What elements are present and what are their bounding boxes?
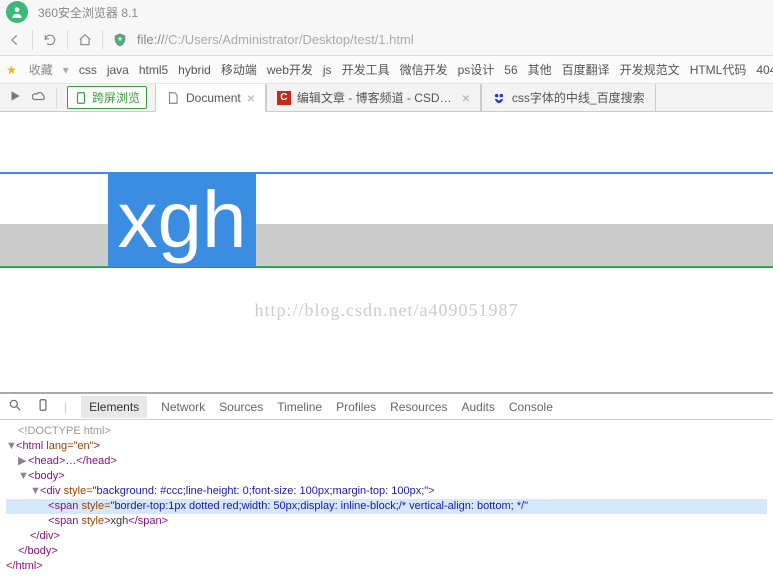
bookmark-item[interactable]: 56	[504, 63, 517, 77]
dom-doctype[interactable]: <!DOCTYPE html>	[6, 424, 767, 439]
bookmark-item[interactable]: web开发	[267, 61, 313, 78]
rendered-span-xgh: xgh	[108, 172, 256, 267]
baidu-icon	[492, 91, 506, 105]
avatar[interactable]	[6, 1, 28, 23]
dom-head[interactable]: ▶<head>…</head>	[6, 454, 767, 469]
tab-label: css字体的中线_百度搜索	[512, 89, 645, 106]
devtools-tab-profiles[interactable]: Profiles	[336, 400, 376, 414]
bookmark-item[interactable]: hybrid	[178, 63, 211, 77]
dom-body-open[interactable]: ▼<body>	[6, 469, 767, 484]
search-icon[interactable]	[8, 398, 22, 415]
devtools-tab-sources[interactable]: Sources	[219, 400, 263, 414]
bookmarks-label[interactable]: 收藏	[29, 61, 53, 78]
tab-label: Document	[186, 91, 241, 105]
bookmark-item[interactable]: js	[323, 63, 332, 77]
cross-screen-label: 跨屏浏览	[92, 89, 140, 106]
back-button[interactable]	[6, 31, 24, 49]
bookmark-item[interactable]: 开发规范文	[620, 61, 680, 78]
devtools-tabs: | Elements Network Sources Timeline Prof…	[0, 394, 773, 420]
dom-body-close[interactable]: </body>	[6, 544, 767, 559]
bookmarks-bar: ★ 收藏 ▾ css java html5 hybrid 移动端 web开发 j…	[0, 56, 773, 84]
devtools-tab-resources[interactable]: Resources	[390, 400, 447, 414]
security-shield-icon[interactable]	[111, 31, 129, 49]
window-title: 360安全浏览器 8.1	[38, 4, 138, 21]
play-icon[interactable]	[8, 89, 22, 106]
divider	[32, 30, 33, 50]
tab-csdn[interactable]: C 编辑文章 - 博客频道 - CSDN.N ×	[266, 84, 481, 111]
divider	[102, 30, 103, 50]
bookmark-item[interactable]: 移动端	[221, 61, 257, 78]
device-icon[interactable]	[36, 398, 50, 415]
cloud-icon[interactable]	[32, 89, 46, 106]
cross-screen-button[interactable]: 跨屏浏览	[67, 86, 147, 109]
home-button[interactable]	[76, 31, 94, 49]
devtools-panel: | Elements Network Sources Timeline Prof…	[0, 392, 773, 579]
devtools-tab-timeline[interactable]: Timeline	[277, 400, 322, 414]
bookmark-item[interactable]: 其他	[528, 61, 552, 78]
devtools-tab-elements[interactable]: Elements	[81, 396, 147, 418]
bookmark-item[interactable]: HTML代码	[690, 61, 747, 78]
star-icon: ★	[6, 63, 17, 77]
highlight-border-line	[0, 267, 773, 268]
reload-button[interactable]	[41, 31, 59, 49]
tab-strip: 跨屏浏览 Document × C 编辑文章 - 博客频道 - CSDN.N ×…	[0, 84, 773, 112]
devtools-tab-audits[interactable]: Audits	[461, 400, 494, 414]
devtools-tab-network[interactable]: Network	[161, 400, 205, 414]
bookmark-item[interactable]: ps设计	[458, 61, 495, 78]
bookmark-item[interactable]: java	[107, 63, 129, 77]
devtools-tab-console[interactable]: Console	[509, 400, 553, 414]
tab-document[interactable]: Document ×	[155, 84, 266, 112]
bookmark-item[interactable]: 404	[756, 63, 773, 77]
url-scheme: file://	[137, 32, 164, 47]
devtools-dom-tree[interactable]: <!DOCTYPE html> ▼<html lang="en"> ▶<head…	[0, 420, 773, 579]
document-icon	[166, 91, 180, 105]
dom-html-open[interactable]: ▼<html lang="en">	[6, 439, 767, 454]
csdn-icon: C	[277, 91, 291, 105]
page-viewport: xgh http://blog.csdn.net/a409051987	[0, 112, 773, 392]
bookmark-item[interactable]: 百度翻译	[562, 61, 610, 78]
dom-div-close[interactable]: </div>	[6, 529, 767, 544]
dom-span-selected[interactable]: <span style="border-top:1px dotted red;w…	[6, 499, 767, 514]
address-bar: file:///C:/Users/Administrator/Desktop/t…	[0, 24, 773, 56]
dom-span-xgh[interactable]: <span style>xgh</span>	[6, 514, 767, 529]
close-icon[interactable]: ×	[462, 90, 470, 106]
divider	[67, 30, 68, 50]
bookmark-item[interactable]: 微信开发	[400, 61, 448, 78]
close-icon[interactable]: ×	[247, 90, 255, 106]
rendered-text: xgh	[118, 180, 247, 260]
url-input[interactable]: file:///C:/Users/Administrator/Desktop/t…	[137, 32, 767, 47]
url-path: /C:/Users/Administrator/Desktop/test/1.h…	[164, 32, 413, 47]
bookmark-item[interactable]: 开发工具	[342, 61, 390, 78]
bookmark-item[interactable]: html5	[139, 63, 168, 77]
dom-div-open[interactable]: ▼<div style="background: #ccc;line-heigh…	[6, 484, 767, 499]
title-bar: 360安全浏览器 8.1	[0, 0, 773, 24]
chevron-down-icon: ▾	[63, 63, 69, 77]
divider	[56, 88, 57, 108]
watermark: http://blog.csdn.net/a409051987	[0, 300, 773, 321]
bookmark-item[interactable]: css	[79, 63, 97, 77]
dom-html-close[interactable]: </html>	[6, 559, 767, 574]
tab-baidu[interactable]: css字体的中线_百度搜索	[481, 84, 656, 111]
tab-label: 编辑文章 - 博客频道 - CSDN.N	[297, 89, 456, 106]
